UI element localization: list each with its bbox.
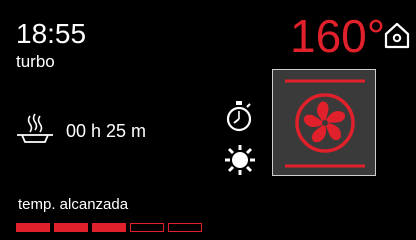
timer-button[interactable] <box>224 100 254 134</box>
progress-segment <box>92 223 126 232</box>
fan-mode-button[interactable] <box>272 69 376 176</box>
progress-segment <box>168 223 202 232</box>
oven-display: 18:55 turbo 160° 00 h 25 m temp. alcanza… <box>0 0 416 240</box>
home-icon <box>384 22 410 49</box>
progress-segment <box>16 223 50 232</box>
home-button[interactable] <box>382 20 412 50</box>
mode-label: turbo <box>16 52 55 71</box>
status-text: temp. alcanzada <box>18 196 129 213</box>
clock-time: 18:55 <box>16 18 87 49</box>
dish-steam-icon <box>14 112 56 146</box>
light-button[interactable] <box>223 143 257 177</box>
stopwatch-icon <box>226 101 252 132</box>
fan-icon <box>285 79 365 168</box>
progress-segment <box>130 223 164 232</box>
heating-progress-bar <box>16 223 202 232</box>
target-temperature[interactable]: 160° <box>290 10 385 62</box>
progress-segment <box>54 223 88 232</box>
light-icon <box>225 145 255 175</box>
cooking-duration[interactable]: 00 h 25 m <box>66 120 146 142</box>
